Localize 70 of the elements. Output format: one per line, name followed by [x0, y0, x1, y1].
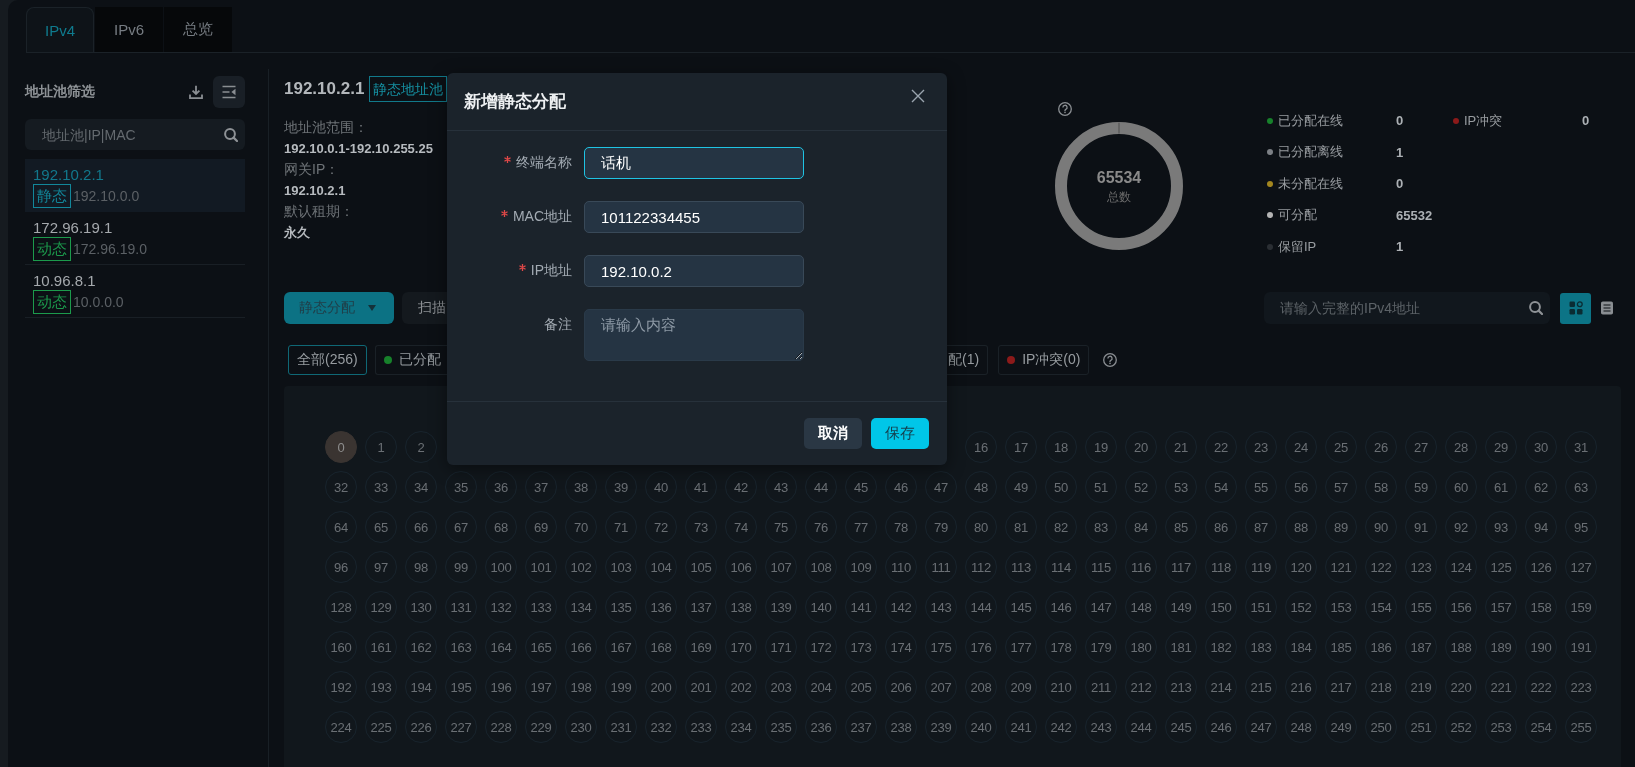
- field-label: 终端名称: [516, 154, 572, 172]
- legend-label: 已分配离线: [1278, 143, 1343, 162]
- grid-view-button[interactable]: [1560, 292, 1591, 324]
- pool-type-tag: 静态: [33, 184, 71, 208]
- input-field[interactable]: 192.10.0.2: [584, 255, 804, 287]
- pool-item[interactable]: 10.96.8.1 动态 10.0.0.0: [25, 265, 245, 318]
- scan-button[interactable]: 扫描: [402, 292, 447, 324]
- tab[interactable]: IPv6: [95, 7, 163, 52]
- total-count: 65534: [1096, 167, 1142, 188]
- filter-chip[interactable]: IP冲突(0): [998, 345, 1090, 375]
- pool-name: 192.10.2.1: [33, 166, 104, 184]
- legend-label: 保留IP: [1278, 237, 1317, 256]
- pool-type-tag: 静态地址池: [369, 76, 448, 102]
- input-field[interactable]: 话机: [584, 147, 804, 179]
- detail-value: 永久: [284, 224, 310, 242]
- pool-item[interactable]: 192.10.2.1 静态 192.10.0.0: [25, 159, 245, 212]
- collapse-list-icon: [222, 85, 236, 99]
- detail-value: 192.10.2.1: [284, 182, 346, 200]
- pool-type-tag: 动态: [33, 237, 71, 261]
- pool-name: 172.96.19.1: [33, 219, 113, 237]
- list-view-button[interactable]: [1600, 301, 1614, 315]
- search-field[interactable]: 地址池|IP|MAC: [25, 119, 245, 150]
- legend-label: 未分配在线: [1278, 174, 1343, 193]
- pool-title: 192.10.2.1: [284, 79, 365, 99]
- pool-subnet: 10.0.0.0: [73, 294, 124, 310]
- close-button[interactable]: [911, 88, 925, 103]
- search-icon: [224, 127, 238, 142]
- download-icon[interactable]: [189, 85, 203, 99]
- list-view-icon: [1600, 301, 1614, 315]
- pool-subnet: 172.96.19.0: [73, 241, 147, 257]
- legend-value: 1: [1396, 144, 1404, 160]
- filter-chip[interactable]: 全部(256): [288, 345, 367, 375]
- help-icon[interactable]: [1103, 353, 1118, 367]
- field-label: IP地址: [530, 262, 572, 280]
- detail-label: 默认租期：: [284, 202, 354, 221]
- cancel-button[interactable]: 取消: [804, 418, 862, 449]
- tab[interactable]: IPv4: [26, 7, 94, 52]
- grid-view-icon: [1568, 301, 1583, 315]
- pool-subnet: 192.10.0.0: [73, 188, 140, 204]
- detail-label: 网关IP：: [284, 160, 340, 179]
- sidebar-title: 地址池筛选: [25, 83, 96, 101]
- ip-cell[interactable]: 0: [325, 431, 357, 463]
- textarea-field[interactable]: 请输入内容: [584, 309, 804, 361]
- total-label: 总数: [1107, 188, 1131, 206]
- field-label: 备注: [544, 316, 572, 334]
- pool-name: 10.96.8.1: [33, 272, 96, 290]
- legend-label: 可分配: [1278, 206, 1317, 225]
- legend-value: 65532: [1396, 207, 1433, 223]
- close-icon: [911, 88, 925, 103]
- legend-label: IP冲突: [1464, 111, 1503, 130]
- detail-label: 地址池范围：: [284, 118, 368, 137]
- input-field[interactable]: 101122334455: [584, 201, 804, 233]
- legend-value: 0: [1582, 113, 1590, 129]
- help-icon[interactable]: [1058, 102, 1072, 116]
- collapse-button[interactable]: [213, 76, 245, 108]
- caret-icon: [368, 305, 376, 311]
- detail-value: 192.10.0.1-192.10.255.25: [284, 140, 433, 158]
- pool-type-tag: 动态: [33, 290, 71, 314]
- save-button[interactable]: 保存: [871, 418, 929, 449]
- legend-value: 1: [1396, 239, 1404, 255]
- legend-value: 0: [1396, 176, 1404, 192]
- legend-value: 0: [1396, 113, 1404, 129]
- search-icon: [1529, 301, 1543, 315]
- search-field[interactable]: 请输入完整的IPv4地址: [1264, 292, 1550, 324]
- tab[interactable]: 总览: [164, 7, 232, 52]
- pool-item[interactable]: 172.96.19.1 动态 172.96.19.0: [25, 212, 245, 265]
- dialog-title: 新增静态分配: [464, 91, 567, 113]
- legend-label: 已分配在线: [1278, 111, 1343, 130]
- static-assign-button[interactable]: 静态分配: [284, 292, 394, 324]
- field-label: MAC地址: [512, 208, 572, 226]
